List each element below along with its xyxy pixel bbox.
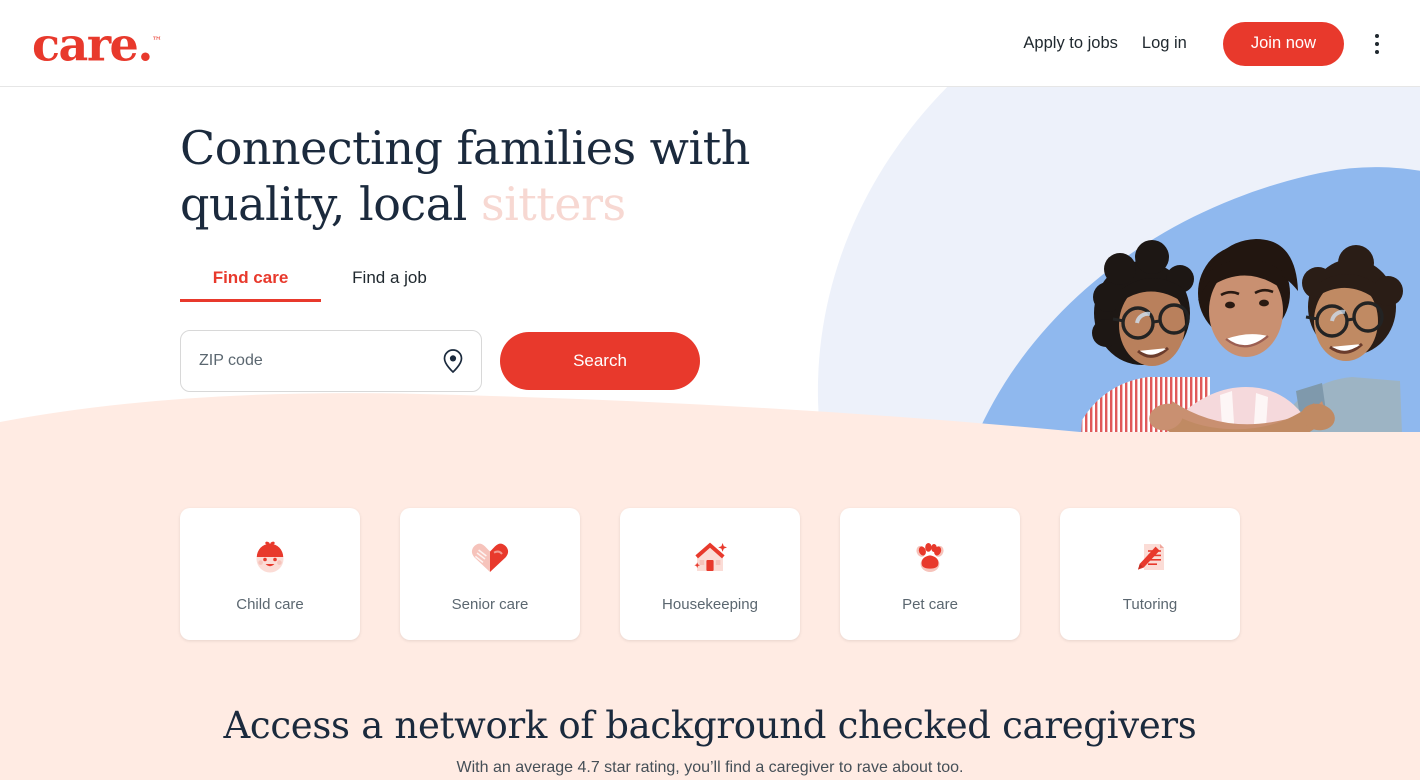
category-label: Housekeeping <box>662 596 758 613</box>
network-subtitle: With an average 4.7 star rating, you’ll … <box>456 759 964 776</box>
join-now-button[interactable]: Join now <box>1222 21 1344 66</box>
network-section: Access a network of background checked c… <box>0 704 1420 777</box>
search-button[interactable]: Search <box>500 332 700 390</box>
tab-find-care[interactable]: Find care <box>180 268 321 302</box>
search-tabs: Find care Find a job <box>180 268 900 302</box>
kebab-dot-1 <box>1375 33 1379 38</box>
kebab-dot-3 <box>1375 49 1379 54</box>
header-nav: Apply to jobs Log in Join now <box>1011 0 1392 87</box>
category-card-pet-care[interactable]: Pet care <box>840 508 1020 640</box>
document-pencil-icon <box>1131 535 1169 579</box>
search-row: Search <box>180 330 900 392</box>
care-homepage: care.™ Apply to jobs Log in Join now Con… <box>0 0 1420 780</box>
paw-print-icon <box>911 535 949 579</box>
kebab-dot-2 <box>1375 41 1379 46</box>
zip-code-input[interactable] <box>181 332 421 390</box>
headline-line-1: Connecting families with <box>180 121 750 175</box>
category-card-child-care[interactable]: Child care <box>180 508 360 640</box>
hero-content: Connecting families with quality, local … <box>180 120 900 392</box>
care-logo[interactable]: care.™ <box>32 17 162 69</box>
logo-word: care <box>32 17 139 72</box>
tab-find-a-job[interactable]: Find a job <box>321 268 458 302</box>
site-header: care.™ Apply to jobs Log in Join now <box>0 0 1420 87</box>
category-label: Senior care <box>451 596 529 613</box>
categories-section: Child care Senior care Housekeeping Pet … <box>0 393 1420 780</box>
network-title: Access a network of background checked c… <box>223 704 1197 747</box>
hands-heart-icon <box>470 535 510 579</box>
category-card-tutoring[interactable]: Tutoring <box>1060 508 1240 640</box>
category-cards: Child care Senior care Housekeeping Pet … <box>180 508 1240 640</box>
logo-trademark: ™ <box>151 36 162 47</box>
logo-dot: . <box>137 17 153 72</box>
sparkling-house-icon <box>690 535 730 579</box>
category-label: Child care <box>236 596 304 613</box>
baby-face-icon <box>251 535 289 579</box>
kebab-menu-icon[interactable] <box>1362 29 1392 59</box>
nav-apply-to-jobs[interactable]: Apply to jobs <box>1011 26 1129 61</box>
category-card-senior-care[interactable]: Senior care <box>400 508 580 640</box>
headline-accent-word: sitters <box>480 177 626 231</box>
nav-log-in[interactable]: Log in <box>1130 26 1199 61</box>
hero-headline: Connecting families with quality, local … <box>180 120 900 232</box>
location-pin-icon[interactable] <box>442 348 464 374</box>
category-card-housekeeping[interactable]: Housekeeping <box>620 508 800 640</box>
category-label: Pet care <box>902 596 958 613</box>
category-label: Tutoring <box>1122 596 1178 613</box>
zip-code-field-wrapper <box>180 330 482 392</box>
headline-line-2: quality, local <box>180 177 481 231</box>
